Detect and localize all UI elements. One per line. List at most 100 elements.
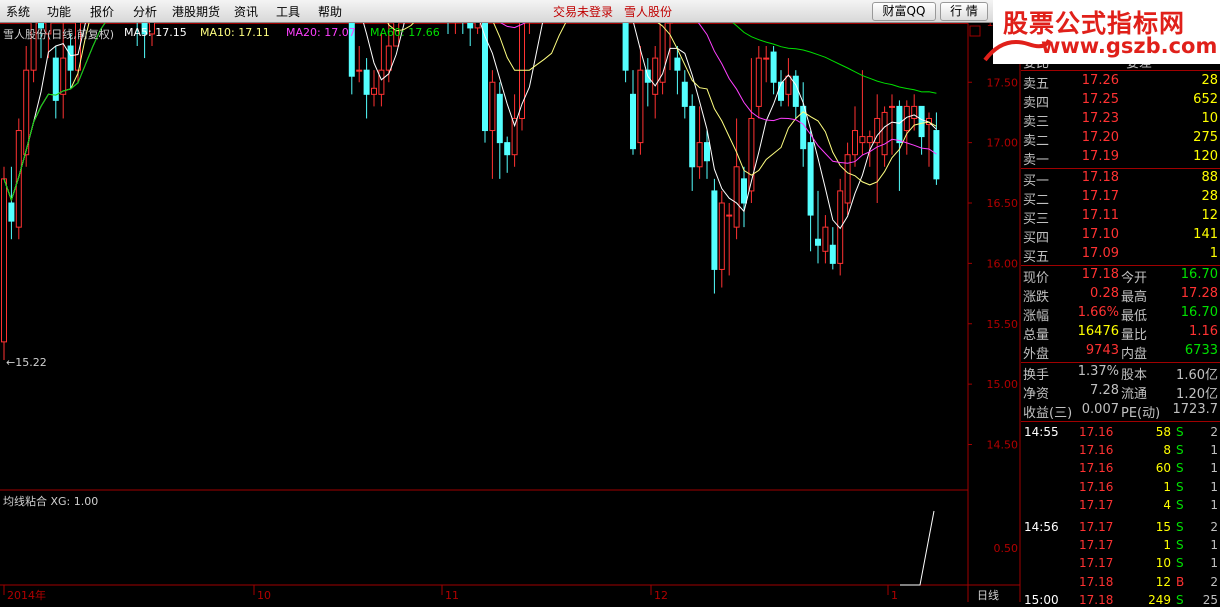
candle[interactable] [15,118,22,240]
candle[interactable] [696,106,703,179]
candle-body [496,93,503,144]
date-axis: 2014年 10 11 12 1 [3,585,898,602]
candle[interactable] [504,136,511,173]
stat-label: 外盘 [1023,347,1050,362]
candle[interactable] [726,203,733,276]
ask-level-label: 卖二 [1023,134,1050,149]
candle[interactable] [474,23,481,34]
candle[interactable] [356,46,363,83]
menu-item-help[interactable]: 帮助 [318,3,342,20]
watermark-logo: 股票公式指标网 www.gszb.com [983,0,1220,64]
candle[interactable] [681,70,688,119]
ask-price: 17.26 [1081,73,1119,88]
candle[interactable] [496,82,503,179]
menu-item-system[interactable]: 系统 [6,3,30,20]
candle-body [511,117,518,156]
candle[interactable] [511,94,518,167]
candle-body [866,136,873,144]
candle[interactable] [667,23,673,71]
candle[interactable] [829,227,836,270]
candle-body [741,178,747,204]
candle-body [652,57,659,95]
candle[interactable] [763,46,770,83]
candle[interactable] [622,23,629,83]
candle[interactable] [1,166,7,360]
candle[interactable] [718,190,725,288]
candle[interactable] [8,166,15,240]
candle[interactable] [371,70,377,107]
candle[interactable] [460,23,465,34]
menu-item-tools[interactable]: 工具 [276,3,300,20]
candle[interactable] [711,178,718,294]
menu-item-quote[interactable]: 报价 [90,3,114,20]
candle[interactable] [689,94,696,191]
tick-count: 2 [1210,425,1218,439]
ask-volume: 120 [1193,149,1218,164]
candle[interactable] [889,94,895,155]
candle[interactable] [866,130,873,167]
candle[interactable] [453,23,458,34]
candle[interactable] [630,70,636,155]
candle[interactable] [903,100,910,155]
divider [1021,362,1220,363]
candle[interactable] [755,46,762,119]
candle-body [15,130,22,228]
candle[interactable] [467,23,474,47]
candles-group[interactable] [1,23,940,360]
candle[interactable] [874,94,881,203]
hangqing-button[interactable]: 行 情 [940,2,988,21]
candle[interactable] [852,106,858,167]
candle[interactable] [52,46,59,119]
candle[interactable] [659,23,666,95]
tick-volume: 8 [1163,443,1171,458]
candle[interactable] [933,112,940,185]
ask-volume: 275 [1193,130,1218,145]
tick-price: 17.17 [1079,556,1114,571]
x-tick-label: 11 [445,589,459,602]
caifu-qq-button[interactable]: 财富QQ [872,2,936,21]
candle[interactable] [770,46,777,95]
tick-side: S [1176,443,1184,458]
candle[interactable] [637,46,644,155]
bid-price: 17.09 [1081,246,1119,261]
tick-time: 15:00 [1024,592,1059,607]
candle[interactable] [527,23,532,34]
candle-body [896,105,903,144]
candle[interactable] [644,58,651,107]
candle[interactable] [733,118,740,240]
y-tick-label: 15.00 [987,378,1019,391]
chart-restore-icon[interactable] [969,25,981,37]
candle-body [363,69,370,95]
candle[interactable] [807,130,814,252]
bid-price: 17.10 [1081,227,1119,242]
candle[interactable] [881,106,888,167]
candle-body [467,23,474,29]
candle[interactable] [363,58,370,119]
candle[interactable] [785,58,792,107]
candle[interactable] [844,142,851,216]
tick-count: 2 [1210,520,1218,534]
candle[interactable] [378,33,385,107]
candle[interactable] [822,215,829,264]
menu-item-function[interactable]: 功能 [47,3,71,20]
menu-item-news[interactable]: 资讯 [234,3,258,20]
tick-price: 17.17 [1079,538,1114,553]
menu-item-hk-futures[interactable]: 港股期货 [172,3,220,20]
candle[interactable] [815,190,821,264]
menu-item-analysis[interactable]: 分析 [133,3,157,20]
candle[interactable] [926,112,932,167]
candle[interactable] [859,70,866,155]
stat-value: 16.70 [1180,267,1218,282]
login-status[interactable]: 交易未登录 [553,3,613,20]
candle[interactable] [792,70,799,119]
candle[interactable] [489,70,496,179]
stat-label: 股本 [1121,368,1148,383]
candle[interactable] [67,33,74,89]
candle[interactable] [519,23,525,131]
stat-label: 内盘 [1121,347,1148,362]
candle[interactable] [741,166,747,228]
stat-label: 收益(三) [1023,406,1073,421]
period-label[interactable]: 日线 [977,587,999,603]
candle[interactable] [446,23,451,34]
bid-volume: 1 [1209,246,1218,261]
